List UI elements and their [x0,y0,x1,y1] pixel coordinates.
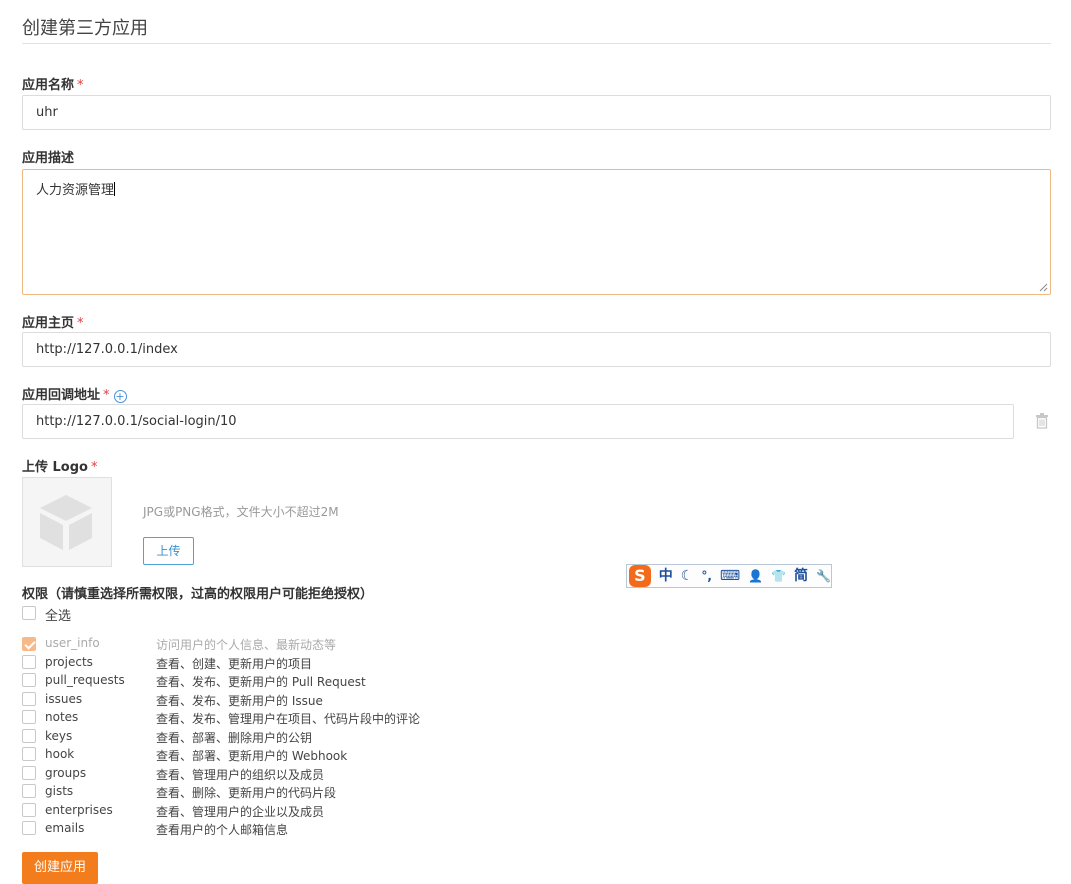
perm-name[interactable]: gists [45,784,73,798]
perm-desc: 访问用户的个人信息、最新动态等 [156,638,337,652]
create-app-button[interactable]: 创建应用 [22,852,98,884]
perm-desc: 查看、删除、更新用户的代码片段 [156,786,337,800]
required-mark: * [77,316,84,331]
perm-checkbox-enterprises[interactable] [22,803,36,817]
perm-desc: 查看、管理用户的组织以及成员 [156,768,325,782]
perm-desc: 查看、管理用户的企业以及成员 [156,805,325,819]
homepage-input[interactable]: http://127.0.0.1/index [22,332,1051,367]
select-all-checkbox[interactable] [22,606,36,620]
ime-simplified[interactable]: 简 [794,565,808,587]
perm-name[interactable]: hook [45,747,74,761]
ime-keyboard-icon[interactable]: ⌨ [720,565,740,587]
required-mark: * [90,460,98,475]
required-mark: * [77,78,84,93]
text-caret [114,182,116,196]
perm-name[interactable]: groups [45,766,86,780]
perm-name[interactable]: pull_requests [45,673,125,687]
perm-name[interactable]: projects [45,655,93,669]
ime-user-icon[interactable]: 👤 [748,565,763,587]
required-mark: * [103,388,110,403]
homepage-label: 应用主页 * [22,312,84,331]
perm-desc: 查看、发布、更新用户的 Pull Request [156,675,366,689]
logo-label-text: 上传 Logo [22,460,88,475]
perm-checkbox-issues[interactable] [22,692,36,706]
perm-checkbox-emails[interactable] [22,821,36,835]
permissions-title: 权限（请慎重选择所需权限，过高的权限用户可能拒绝授权） [22,587,374,602]
callback-label-text: 应用回调地址 [22,388,101,403]
app-desc-value: 人力资源管理 [36,183,115,198]
perm-name[interactable]: notes [45,710,78,724]
perm-desc: 查看、部署、更新用户的 Webhook [156,749,348,763]
perm-desc: 查看、发布、更新用户的 Issue [156,694,323,708]
trash-icon[interactable] [1035,413,1049,429]
homepage-label-text: 应用主页 [22,316,75,331]
perm-desc: 查看、创建、更新用户的项目 [156,657,313,671]
logo-label: 上传 Logo * [22,456,97,475]
perm-checkbox-projects[interactable] [22,655,36,669]
perm-name: user_info [45,636,100,650]
perm-name[interactable]: enterprises [45,803,113,817]
app-name-label: 应用名称 * [22,74,84,93]
ime-skin-icon[interactable]: 👕 [771,565,786,587]
resize-handle-icon[interactable] [1039,283,1048,292]
ime-toolbar[interactable]: S 中 ☾ °, ⌨ 👤 👕 简 🔧 [626,564,832,588]
perm-checkbox-keys[interactable] [22,729,36,743]
perm-name[interactable]: issues [45,692,82,706]
perm-desc: 查看、部署、删除用户的公钥 [156,731,313,745]
page-title: 创建第三方应用 [22,18,148,39]
upload-button[interactable]: 上传 [143,537,194,565]
perm-desc: 查看用户的个人邮箱信息 [156,823,289,837]
app-name-input[interactable]: uhr [22,95,1051,130]
ime-settings-icon[interactable]: 🔧 [816,565,831,587]
app-desc-textarea[interactable]: 人力资源管理 [22,169,1051,295]
ime-punctuation-icon[interactable]: °, [701,565,712,587]
cube-icon [40,495,92,550]
select-all-label[interactable]: 全选 [45,605,71,624]
logo-preview[interactable] [22,477,112,567]
perm-checkbox-hook[interactable] [22,747,36,761]
app-name-label-text: 应用名称 [22,78,75,93]
perm-name[interactable]: keys [45,729,72,743]
perm-checkbox-gists[interactable] [22,784,36,798]
title-divider [22,43,1051,44]
perm-checkbox-pull_requests[interactable] [22,673,36,687]
perm-checkbox-user_info [22,637,36,651]
callback-input[interactable]: http://127.0.0.1/social-login/10 [22,404,1014,439]
perm-name[interactable]: emails [45,821,84,835]
plus-circle-icon[interactable]: + [113,390,127,403]
callback-label: 应用回调地址 * + [22,384,127,403]
sogou-logo-icon[interactable]: S [629,565,651,587]
logo-hint: JPG或PNG格式，文件大小不超过2M [143,505,339,519]
perm-checkbox-notes[interactable] [22,710,36,724]
ime-chinese-mode[interactable]: 中 [659,565,673,587]
ime-moon-icon[interactable]: ☾ [681,565,694,587]
perm-desc: 查看、发布、管理用户在项目、代码片段中的评论 [156,712,421,726]
perm-checkbox-groups[interactable] [22,766,36,780]
app-desc-label: 应用描述 [22,151,75,166]
